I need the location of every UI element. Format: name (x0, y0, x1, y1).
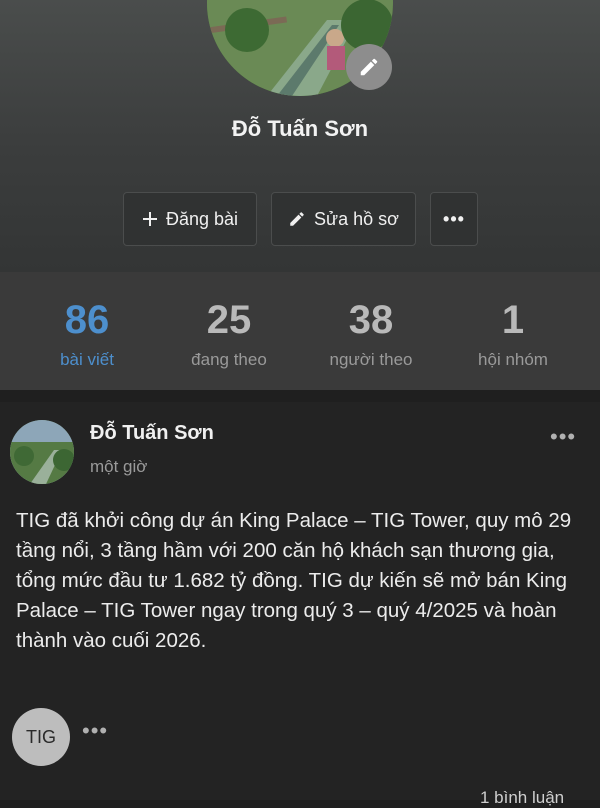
stat-following-label: đang theo (191, 350, 267, 369)
post-text: TIG đã khởi công dự án King Palace – TIG… (16, 509, 572, 652)
comment-count[interactable]: 1 bình luận (480, 788, 564, 808)
more-options-button[interactable]: ••• (430, 192, 478, 246)
stat-groups-value: 1 (501, 298, 525, 342)
stat-followers-value: 38 (348, 298, 394, 342)
stat-following-value: 25 (206, 298, 252, 342)
stat-posts-value: 86 (64, 298, 110, 342)
stat-followers[interactable]: 38 người theo (296, 296, 446, 370)
stat-followers-label: người theo (329, 350, 413, 369)
stat-groups-label: hội nhóm (478, 350, 548, 369)
pencil-icon (360, 58, 378, 76)
profile-actions: Đăng bài Sửa hồ sơ ••• (0, 192, 600, 248)
commenter-avatar[interactable]: TIG (12, 708, 70, 766)
post-author-avatar[interactable] (10, 420, 74, 484)
plus-icon (142, 212, 157, 226)
edit-profile-button[interactable]: Sửa hồ sơ (271, 192, 416, 246)
post-card: Đỗ Tuấn Sơn một giờ ••• TIG đã khởi công… (0, 402, 600, 807)
post-author-name[interactable]: Đỗ Tuấn Sơn (90, 422, 214, 445)
profile-stats: 86 bài viết 25 đang theo 38 người theo 1… (0, 272, 600, 390)
profile-header: Đỗ Tuấn Sơn Đăng bài Sửa hồ sơ ••• (0, 0, 600, 272)
create-post-label: Đăng bài (165, 208, 239, 229)
stat-posts-label: bài viết (60, 350, 114, 369)
post-more-button[interactable]: ••• (550, 424, 576, 450)
post-timestamp: một giờ (90, 457, 148, 476)
stat-posts[interactable]: 86 bài viết (12, 296, 162, 370)
stat-following[interactable]: 25 đang theo (154, 296, 304, 370)
more-options-label: ••• (443, 208, 465, 229)
edit-profile-label: Sửa hồ sơ (314, 208, 399, 229)
stat-groups[interactable]: 1 hội nhóm (438, 296, 588, 370)
edit-avatar-button[interactable] (346, 44, 392, 90)
avatar-photo (10, 420, 74, 484)
profile-name: Đỗ Tuấn Sơn (231, 116, 369, 141)
pencil-icon (290, 212, 304, 226)
create-post-button[interactable]: Đăng bài (123, 192, 257, 246)
comment-more-button[interactable]: ••• (82, 718, 108, 744)
